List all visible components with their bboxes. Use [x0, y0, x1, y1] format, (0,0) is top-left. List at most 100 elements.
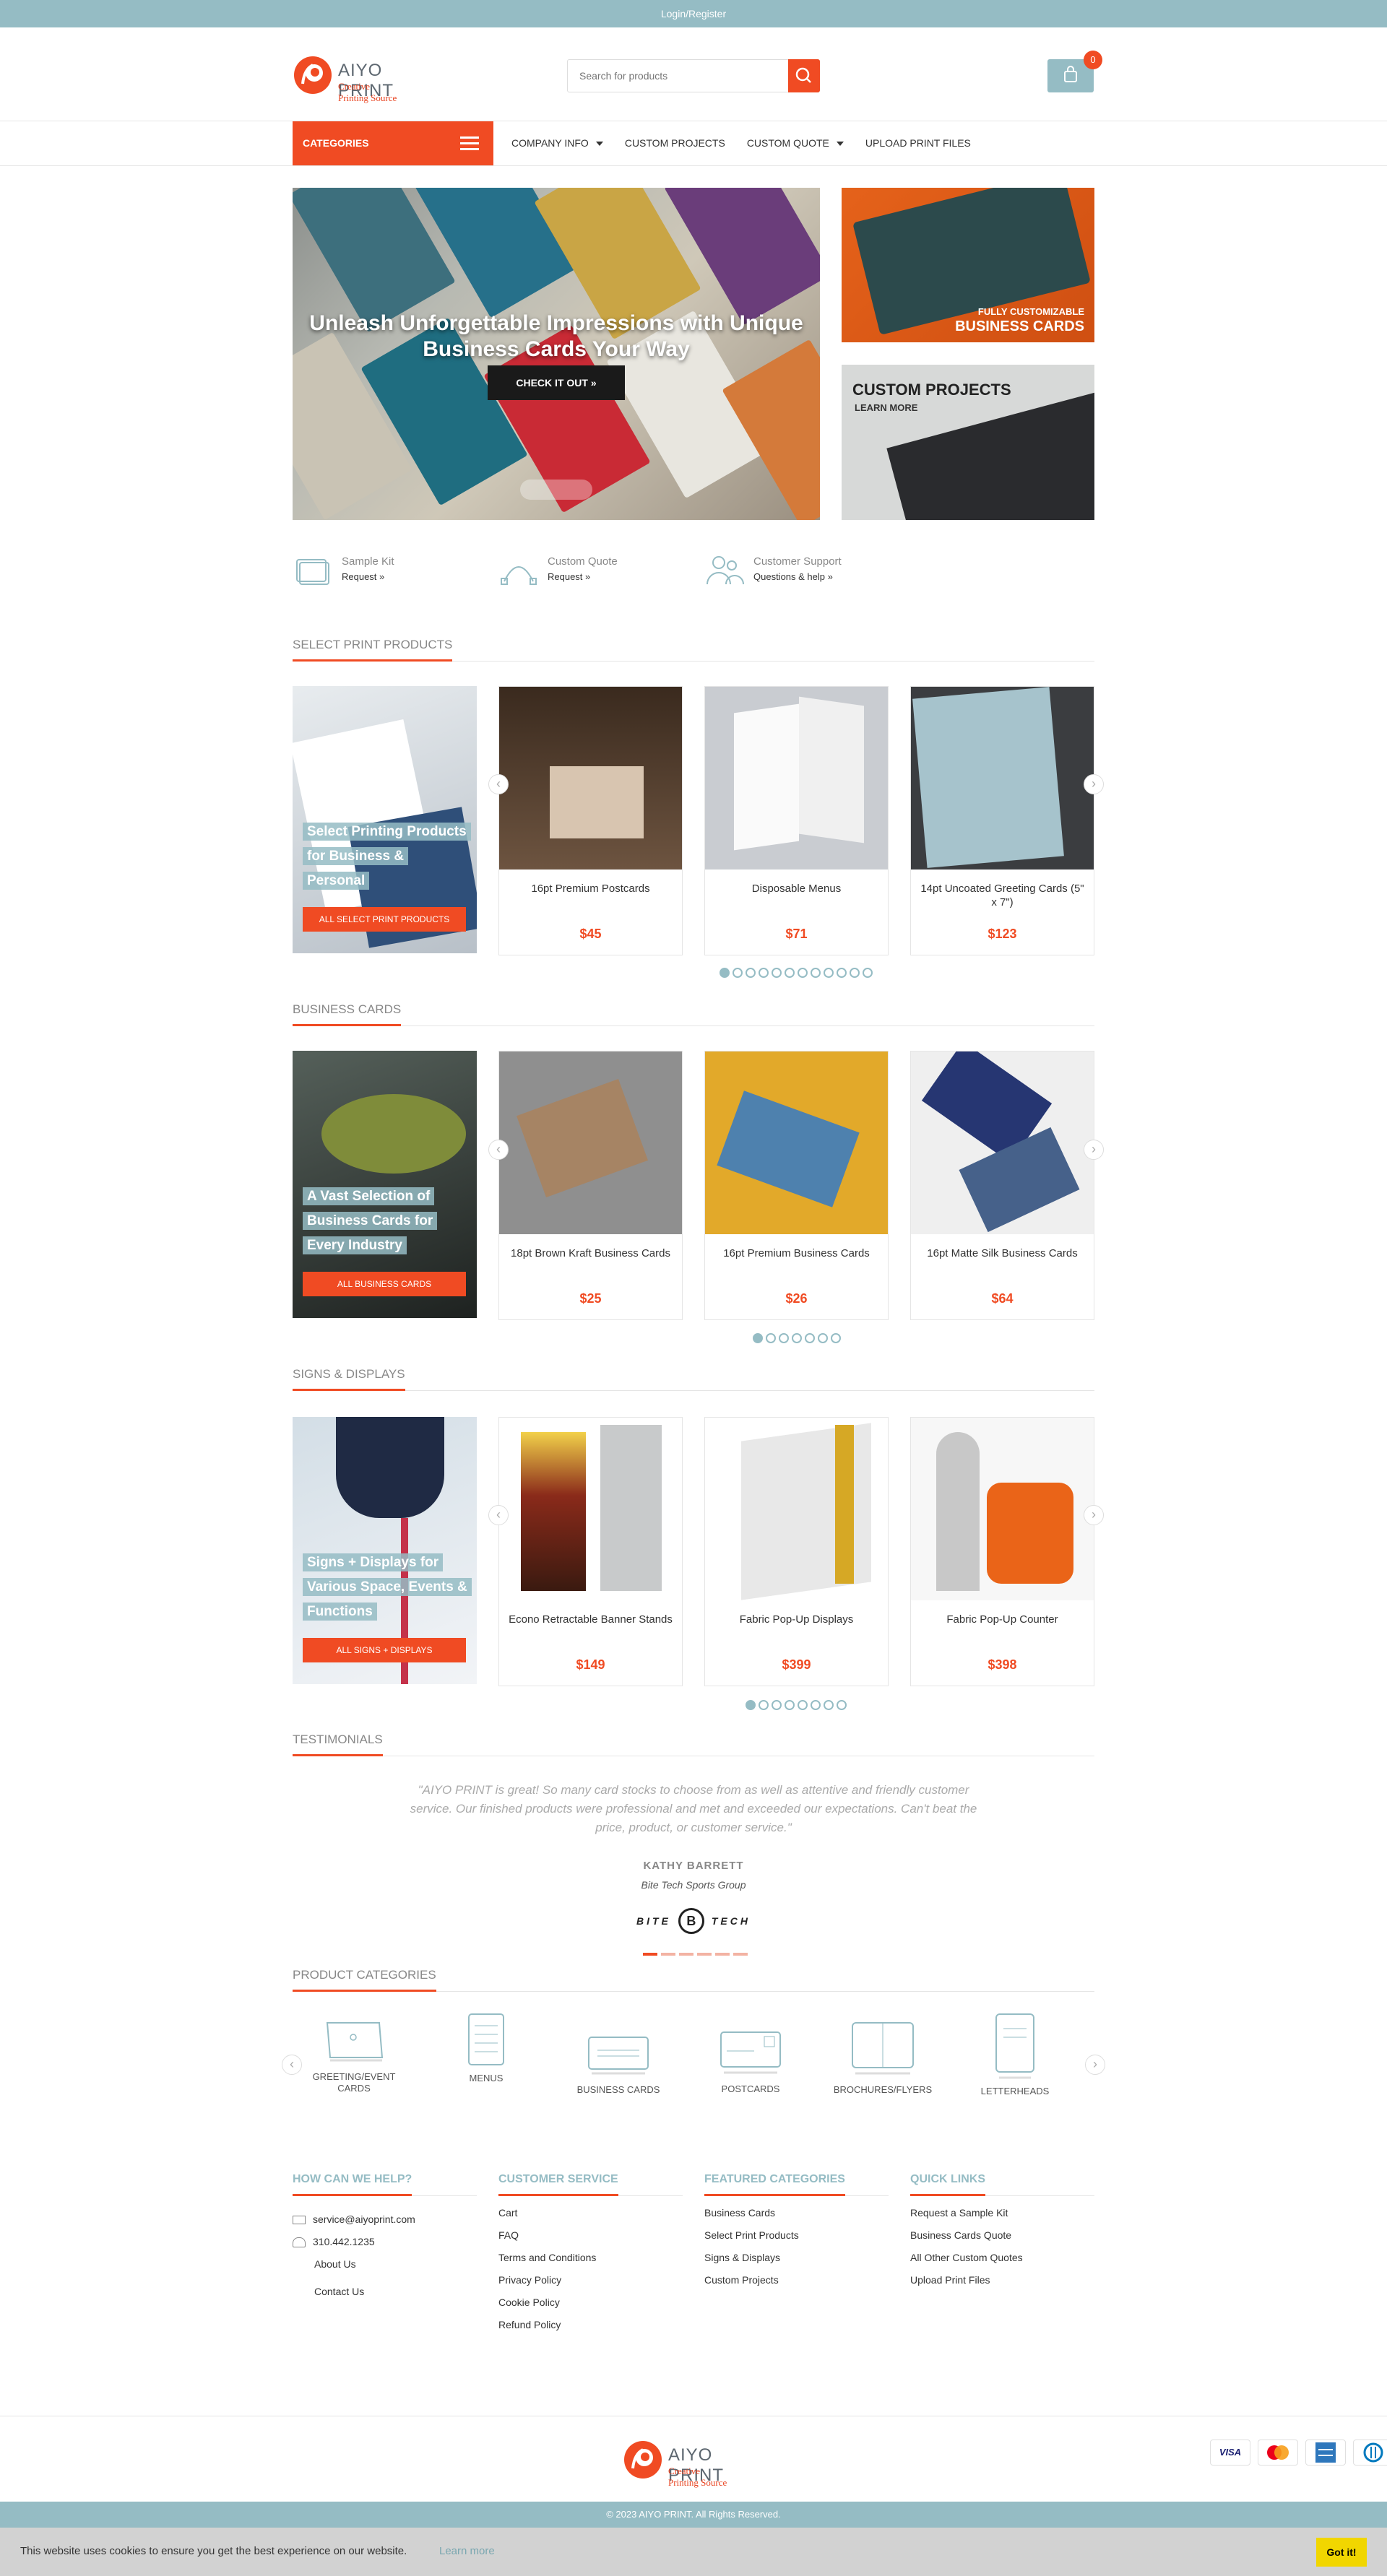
footer-link[interactable]: Business Cards Quote [910, 2229, 1094, 2241]
hero-slider[interactable]: Unleash Unforgettable Impressions with U… [293, 188, 820, 520]
carousel-dot[interactable] [720, 968, 730, 978]
carousel-dot[interactable] [759, 968, 769, 978]
footer-link[interactable]: Terms and Conditions [498, 2252, 683, 2263]
product-card[interactable]: 18pt Brown Kraft Business Cards $25 [498, 1051, 683, 1320]
hero-title: Unleash Unforgettable Impressions with U… [309, 311, 803, 361]
nav-company-info[interactable]: COMPANY INFO [511, 121, 603, 165]
cookie-accept-button[interactable]: Got it! [1316, 2538, 1367, 2567]
carousel-dot[interactable] [837, 1700, 847, 1710]
nav-upload-print-files[interactable]: UPLOAD PRINT FILES [865, 121, 971, 165]
footer-logo[interactable]: AIYO PRINT Creative Printing Source [623, 2440, 731, 2488]
footer-about-us[interactable]: About Us [293, 2258, 477, 2270]
footer-link[interactable]: Privacy Policy [498, 2274, 683, 2286]
search-input[interactable] [568, 60, 788, 92]
promo-custom-title: CUSTOM PROJECTS [852, 381, 1011, 399]
testimonial-pagination[interactable] [643, 1953, 748, 1956]
category-brochures-flyers[interactable]: BROCHURES/FLYERS [829, 2018, 937, 2095]
footer-email[interactable]: service@aiyoprint.com [293, 2213, 477, 2225]
carousel-dots-signs[interactable] [746, 1700, 847, 1710]
carousel-dots-select[interactable] [720, 968, 873, 978]
carousel-next-button[interactable]: › [1084, 1140, 1104, 1160]
carousel-dot[interactable] [798, 1700, 808, 1710]
carousel-next-button[interactable]: › [1084, 774, 1104, 794]
carousel-dot[interactable] [766, 1333, 776, 1343]
footer-link[interactable]: Request a Sample Kit [910, 2207, 1094, 2219]
product-card[interactable]: Disposable Menus $71 [704, 686, 889, 955]
carousel-dot[interactable] [746, 1700, 756, 1710]
product-card[interactable]: Fabric Pop-Up Displays $399 [704, 1417, 889, 1686]
footer-contact-us[interactable]: Contact Us [293, 2286, 477, 2297]
carousel-dot[interactable] [785, 968, 795, 978]
carousel-dot[interactable] [831, 1333, 841, 1343]
carousel-prev-button[interactable]: ‹ [488, 1140, 509, 1160]
banner-select-print[interactable]: Select Printing Products for Business & … [293, 686, 477, 953]
all-signs-displays-button[interactable]: ALL SIGNS + DISPLAYS [303, 1638, 466, 1662]
carousel-dots-business[interactable] [753, 1333, 841, 1343]
feature-custom-quote[interactable]: Custom Quote Request » [498, 552, 618, 596]
login-register-link[interactable]: Login/Register [661, 8, 726, 19]
carousel-dot[interactable] [824, 1700, 834, 1710]
product-card[interactable]: 16pt Premium Postcards $45 [498, 686, 683, 955]
carousel-dot[interactable] [818, 1333, 828, 1343]
hero-cta-button[interactable]: CHECK IT OUT » [488, 365, 625, 400]
carousel-dot[interactable] [785, 1700, 795, 1710]
carousel-dot[interactable] [824, 968, 834, 978]
banner-business-cards[interactable]: A Vast Selection of Business Cards for E… [293, 1051, 477, 1318]
brand-logo[interactable]: AIYO PRINT Creative Printing Source [293, 52, 401, 103]
category-menus[interactable]: MENUS [432, 2011, 540, 2083]
footer-link[interactable]: Upload Print Files [910, 2274, 1094, 2286]
category-business-cards[interactable]: BUSINESS CARDS [564, 2033, 673, 2095]
feature-sample-kit[interactable]: Sample Kit Request » [293, 552, 394, 596]
category-greeting-cards[interactable]: GREETING/EVENT CARDS [300, 2018, 408, 2094]
product-card[interactable]: Fabric Pop-Up Counter $398 [910, 1417, 1094, 1686]
product-card[interactable]: 14pt Uncoated Greeting Cards (5" x 7") $… [910, 686, 1094, 955]
carousel-dot[interactable] [837, 968, 847, 978]
all-select-print-button[interactable]: ALL SELECT PRINT PRODUCTS [303, 907, 466, 932]
search-button[interactable] [788, 59, 820, 92]
footer-link[interactable]: Refund Policy [498, 2319, 683, 2330]
footer-link[interactable]: Custom Projects [704, 2274, 889, 2286]
all-business-cards-button[interactable]: ALL BUSINESS CARDS [303, 1272, 466, 1296]
footer-link[interactable]: Cart [498, 2207, 683, 2219]
hero-pagination[interactable] [520, 480, 592, 500]
footer-link[interactable]: FAQ [498, 2229, 683, 2241]
carousel-dot[interactable] [772, 968, 782, 978]
category-postcards[interactable]: POSTCARDS [696, 2029, 805, 2094]
carousel-prev-button[interactable]: ‹ [488, 1505, 509, 1525]
product-card[interactable]: 16pt Premium Business Cards $26 [704, 1051, 889, 1320]
nav-custom-quote[interactable]: CUSTOM QUOTE [747, 121, 844, 165]
footer-link[interactable]: Cookie Policy [498, 2297, 683, 2308]
category-letterheads[interactable]: LETTERHEADS [961, 2011, 1069, 2096]
carousel-dot[interactable] [753, 1333, 763, 1343]
footer-link[interactable]: All Other Custom Quotes [910, 2252, 1094, 2263]
promo-custom-projects[interactable]: CUSTOM PROJECTS LEARN MORE [842, 365, 1094, 520]
cookie-learn-more-link[interactable]: Learn more [439, 2545, 495, 2557]
carousel-dot[interactable] [792, 1333, 802, 1343]
carousel-dot[interactable] [746, 968, 756, 978]
carousel-dot[interactable] [779, 1333, 789, 1343]
feature-customer-support[interactable]: Customer Support Questions & help » [704, 552, 842, 596]
carousel-dot[interactable] [811, 1700, 821, 1710]
carousel-next-button[interactable]: › [1084, 1505, 1104, 1525]
product-card[interactable]: Econo Retractable Banner Stands $149 [498, 1417, 683, 1686]
carousel-dot[interactable] [759, 1700, 769, 1710]
cart-button[interactable]: 0 [1047, 51, 1102, 92]
footer-link[interactable]: Business Cards [704, 2207, 889, 2219]
banner-signs-displays[interactable]: Signs + Displays for Various Space, Even… [293, 1417, 477, 1684]
carousel-dot[interactable] [863, 968, 873, 978]
footer-phone[interactable]: 310.442.1235 [293, 2236, 477, 2248]
carousel-dot[interactable] [811, 968, 821, 978]
product-card[interactable]: 16pt Matte Silk Business Cards $64 [910, 1051, 1094, 1320]
footer-link[interactable]: Select Print Products [704, 2229, 889, 2241]
carousel-prev-button[interactable]: ‹ [488, 774, 509, 794]
carousel-dot[interactable] [850, 968, 860, 978]
carousel-dot[interactable] [733, 968, 743, 978]
carousel-dot[interactable] [772, 1700, 782, 1710]
carousel-dot[interactable] [805, 1333, 815, 1343]
nav-custom-projects[interactable]: CUSTOM PROJECTS [625, 121, 725, 165]
promo-business-cards[interactable]: FULLY CUSTOMIZABLE BUSINESS CARDS [842, 188, 1094, 342]
carousel-dot[interactable] [798, 968, 808, 978]
postcard-icon [720, 2031, 781, 2074]
categories-button[interactable]: CATEGORIES [293, 121, 493, 165]
footer-link[interactable]: Signs & Displays [704, 2252, 889, 2263]
